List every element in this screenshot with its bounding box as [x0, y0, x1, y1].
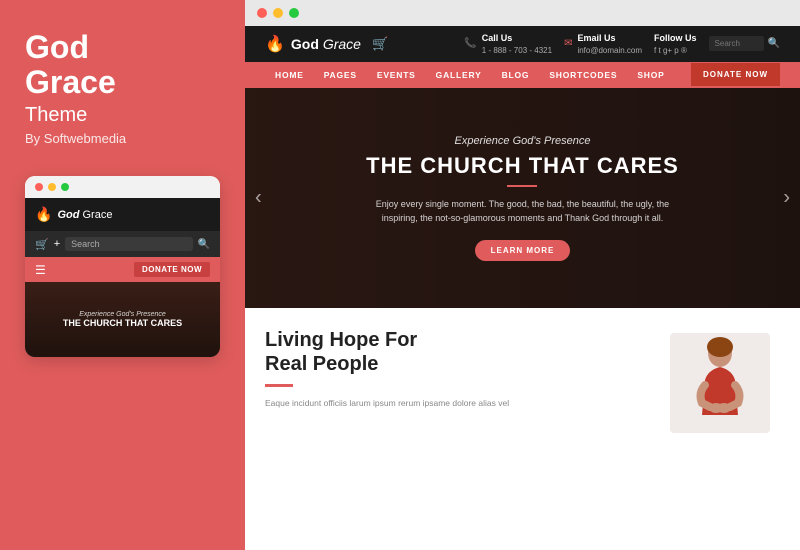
mobile-dot-yellow [48, 183, 56, 191]
prayer-woman-image [670, 333, 770, 433]
mobile-titlebar [25, 176, 220, 198]
hero-learn-more-button[interactable]: LEARN MORE [475, 240, 571, 261]
mobile-search-input[interactable]: Search [65, 237, 192, 251]
email-icon: ✉ [564, 38, 572, 49]
site-email-info: ✉ Email Us info@domain.com [564, 32, 642, 56]
email-text: Email Us info@domain.com [577, 32, 642, 56]
site-nav: HOME PAGES EVENTS GALLERY BLOG SHORTCODE… [245, 62, 800, 88]
below-hero-body: Eaque incidunt officiis larum ipsum reru… [265, 397, 640, 411]
mobile-preview: 🔥 God Grace 🛒 + Search 🔍 ☰ DONATE NOW Ex… [25, 176, 220, 357]
mobile-flame-icon: 🔥 [35, 206, 52, 223]
browser-chrome [245, 0, 800, 26]
website-preview: 🔥 God Grace 🛒 📞 Call Us 1 - 888 - 703 - … [245, 26, 800, 550]
site-search[interactable]: 🔍 [709, 36, 780, 51]
nav-item-shortcodes[interactable]: SHORTCODES [539, 62, 627, 88]
nav-item-blog[interactable]: BLOG [492, 62, 540, 88]
call-text: Call Us 1 - 888 - 703 - 4321 [482, 32, 552, 56]
nav-item-shop[interactable]: SHOP [627, 62, 674, 88]
hero-divider [507, 185, 537, 187]
below-hero-divider [265, 384, 293, 387]
nav-item-events[interactable]: EVENTS [367, 62, 426, 88]
mobile-hero-subtitle: Experience God's Presence [79, 311, 166, 318]
site-logo-text: God Grace [291, 36, 361, 52]
site-call-info: 📞 Call Us 1 - 888 - 703 - 4321 [464, 32, 552, 56]
site-donate-button[interactable]: DONATE NOW [691, 63, 780, 86]
site-hero-content: Experience God's Presence THE CHURCH THA… [326, 135, 719, 261]
mobile-logo-text: God Grace [57, 209, 112, 221]
below-hero-title: Living Hope For Real People [265, 328, 640, 376]
hero-title: THE CHURCH THAT CARES [366, 153, 679, 179]
site-header: 🔥 God Grace 🛒 📞 Call Us 1 - 888 - 703 - … [245, 26, 800, 62]
site-logo: 🔥 God Grace 🛒 [265, 34, 388, 54]
hero-prev-arrow[interactable]: ‹ [255, 186, 262, 209]
nav-item-gallery[interactable]: GALLERY [426, 62, 492, 88]
site-below-hero: Living Hope For Real People Eaque incidu… [245, 308, 800, 550]
mobile-dot-red [35, 183, 43, 191]
mobile-search-button[interactable]: 🔍 [198, 239, 210, 250]
mobile-cart-icon: 🛒 [35, 238, 49, 251]
mobile-search-bar: 🛒 + Search 🔍 [25, 231, 220, 257]
nav-item-home[interactable]: HOME [265, 62, 314, 88]
nav-item-pages[interactable]: PAGES [314, 62, 367, 88]
below-hero-image [660, 328, 780, 550]
hero-subtitle: Experience God's Presence [366, 135, 679, 147]
mobile-hamburger-icon[interactable]: ☰ [35, 263, 46, 277]
site-header-info: 📞 Call Us 1 - 888 - 703 - 4321 ✉ Email U… [464, 32, 780, 56]
mobile-site-header: 🔥 God Grace [25, 198, 220, 231]
below-hero-text-section: Living Hope For Real People Eaque incidu… [265, 328, 640, 550]
site-search-button[interactable]: 🔍 [768, 38, 780, 49]
browser-dot-green [289, 8, 299, 18]
hero-body-text: Enjoy every single moment. The good, the… [372, 197, 672, 226]
hero-next-arrow[interactable]: › [783, 186, 790, 209]
site-follow-info: Follow Us f t g+ p ® [654, 32, 697, 56]
mobile-dot-green [61, 183, 69, 191]
mobile-plus-icon: + [54, 238, 60, 250]
mobile-nav: ☰ DONATE NOW [25, 257, 220, 282]
mobile-hero-title: THE CHURCH THAT CARES [63, 318, 182, 328]
left-panel: God Grace Theme By Softwebmedia 🔥 God Gr… [0, 0, 245, 550]
site-flame-icon: 🔥 [265, 34, 285, 54]
mobile-donate-button[interactable]: DONATE NOW [134, 262, 210, 277]
site-search-input[interactable] [709, 36, 764, 51]
browser-dot-yellow [273, 8, 283, 18]
right-panel: 🔥 God Grace 🛒 📞 Call Us 1 - 888 - 703 - … [245, 0, 800, 550]
mobile-logo: 🔥 God Grace [35, 206, 112, 223]
theme-author: By Softwebmedia [25, 131, 220, 146]
browser-dot-red [257, 8, 267, 18]
theme-subtitle: Theme [25, 104, 220, 127]
theme-title: God Grace [25, 30, 220, 100]
site-cart-icon[interactable]: 🛒 [372, 36, 388, 52]
mobile-hero: Experience God's Presence THE CHURCH THA… [25, 282, 220, 357]
follow-text: Follow Us f t g+ p ® [654, 32, 697, 56]
phone-icon: 📞 [464, 38, 476, 49]
site-hero: ‹ Experience God's Presence THE CHURCH T… [245, 88, 800, 308]
